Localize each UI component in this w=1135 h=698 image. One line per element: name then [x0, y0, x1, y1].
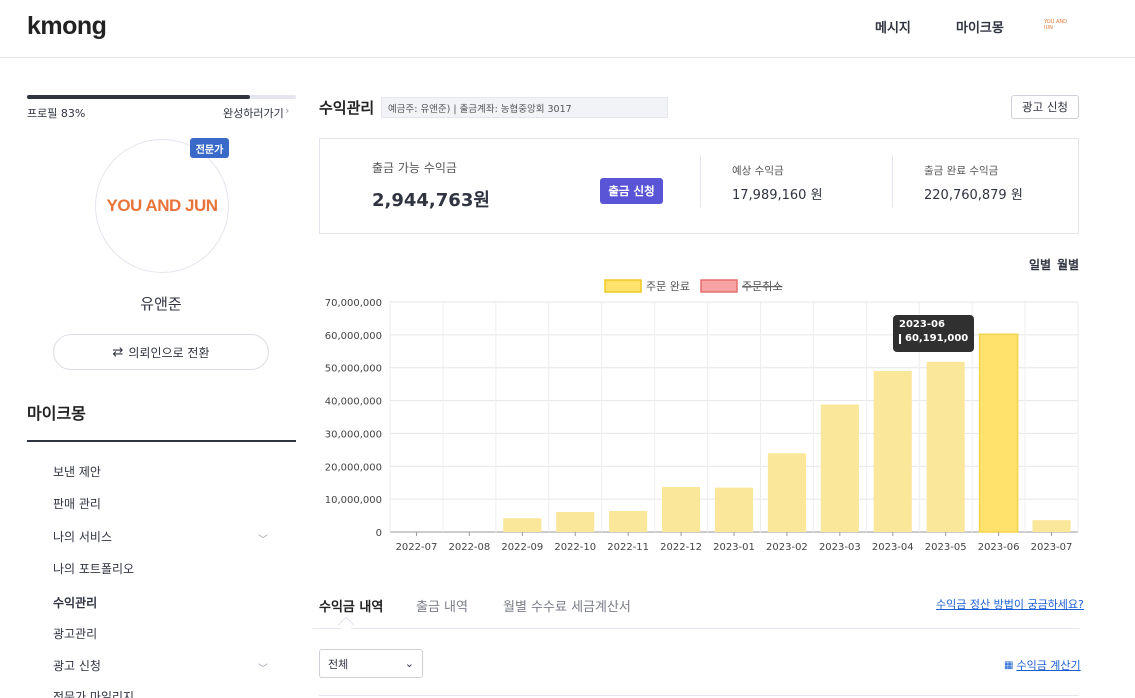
chart-bar: [926, 361, 965, 532]
sidebar-section-title: 마이크몽: [27, 404, 86, 423]
x-tick-label: 2023-07: [1031, 542, 1073, 553]
complete-profile-link[interactable]: 완성하러가기: [223, 105, 284, 121]
account-info: 예금주: 유앤준) | 출금계좌: 농협중앙회 3017: [381, 97, 668, 118]
x-tick-label: 2022-10: [554, 542, 596, 553]
chevron-down-icon[interactable]: ﹀: [258, 531, 268, 546]
summary-divider: [700, 155, 701, 207]
revenue-summary: 출금 가능 수익금 2,944,763원 출금 신청 예상 수익금 17,989…: [319, 138, 1079, 234]
sidebar-item-sales[interactable]: 판매 관리: [53, 495, 101, 512]
tooltip-label: 2023-06: [899, 319, 945, 330]
chart-bar: [978, 333, 1019, 533]
y-tick-label: 20,000,000: [325, 462, 382, 473]
y-tick-label: 10,000,000: [325, 495, 382, 506]
switch-button-label: 의뢰인으로 전환: [128, 345, 210, 360]
chart-bar: [820, 404, 859, 532]
settlement-help-link[interactable]: 수익금 정산 방법이 궁금하세요?: [936, 596, 1084, 612]
chart-bar: [873, 371, 912, 532]
expected-label: 예상 수익금: [732, 165, 784, 177]
chart-bar: [609, 510, 648, 532]
profile-progress-fill: [27, 95, 251, 99]
profile-progress-bar: [27, 95, 296, 99]
legend-swatch-completed: [604, 279, 642, 293]
y-tick-label: 60,000,000: [325, 331, 382, 342]
expert-badge: 전문가: [190, 138, 229, 158]
legend-label-cancelled: 주문취소: [742, 280, 782, 293]
tooltip-row: 60,191,000: [899, 333, 968, 344]
withdraw-button[interactable]: 출금 신청: [600, 178, 663, 204]
available-label: 출금 가능 수익금: [372, 161, 457, 175]
y-tick-label: 30,000,000: [325, 429, 382, 440]
completed-label: 출금 완료 수익금: [924, 165, 999, 177]
chart-bar: [714, 487, 754, 532]
tooltip-swatch: [899, 333, 901, 344]
calculator-icon: ▦: [1004, 659, 1014, 671]
history-filter-select[interactable]: 전체 ⌄: [319, 649, 423, 678]
top-bar: kmong 메시지 마이크몽 YOU AND JUN: [0, 0, 1135, 58]
avatar[interactable]: YOU AND JUN: [95, 139, 229, 273]
chart-tooltip: 2023-06 60,191,000: [893, 315, 974, 352]
x-tick-label: 2022-08: [448, 542, 490, 553]
y-tick-label: 0: [376, 528, 382, 539]
chevron-down-icon: ⌄: [404, 657, 414, 670]
chart-bar: [767, 453, 806, 532]
chart-bar: [1032, 520, 1071, 532]
chart-bar: [503, 518, 542, 532]
calc-link-label: 수익금 계산기: [1016, 659, 1081, 672]
tab-divider: [313, 628, 1079, 629]
chevron-down-icon[interactable]: ﹀: [258, 660, 268, 675]
sidebar-item-ad-request[interactable]: 광고 신청: [53, 657, 101, 674]
chart-bar: [556, 511, 595, 532]
x-tick-label: 2023-02: [766, 542, 808, 553]
revenue-calculator-link[interactable]: ▦ 수익금 계산기: [1004, 657, 1081, 673]
sidebar-item-ad-management[interactable]: 광고관리: [53, 625, 97, 642]
filter-selected-value: 전체: [328, 657, 349, 671]
nav-messages[interactable]: 메시지: [875, 17, 911, 36]
x-tick-label: 2023-05: [925, 542, 967, 553]
sidebar-item-portfolio[interactable]: 나의 포트폴리오: [53, 560, 134, 577]
summary-divider: [892, 155, 893, 207]
tab-withdraw-history[interactable]: 출금 내역: [416, 596, 468, 615]
tooltip-value: 60,191,000: [905, 333, 969, 344]
active-tab-indicator: [337, 616, 355, 634]
x-tick-label: 2022-07: [396, 542, 438, 553]
page-title: 수익관리: [319, 99, 375, 117]
chart-bar: [662, 486, 701, 532]
profile-percent: 프로필 83%: [27, 107, 86, 120]
header-avatar[interactable]: YOU AND JUN: [1044, 19, 1074, 29]
x-tick-label: 2022-12: [660, 542, 702, 553]
sidebar-item-mileage[interactable]: 전문가 마일리지: [53, 688, 134, 698]
table-top-border: [319, 695, 1079, 696]
tab-tax-invoice[interactable]: 월별 수수료 세금계산서: [503, 596, 631, 615]
available-value: 2,944,763원: [372, 190, 490, 211]
x-tick-label: 2023-03: [819, 542, 861, 553]
tab-revenue-history[interactable]: 수익금 내역: [319, 596, 383, 615]
x-tick-label: 2023-01: [713, 542, 755, 553]
legend-swatch-cancelled: [700, 279, 738, 293]
x-tick-label: 2022-11: [607, 542, 649, 553]
swap-arrows-icon: ⇄: [112, 344, 124, 360]
x-tick-label: 2023-06: [978, 542, 1020, 553]
x-tick-label: 2023-04: [872, 542, 914, 553]
expected-value: 17,989,160 원: [732, 188, 823, 203]
username: 유앤준: [140, 295, 182, 313]
chevron-right-icon: ›: [285, 104, 290, 117]
switch-to-client-button[interactable]: ⇄ 의뢰인으로 전환: [53, 334, 269, 370]
y-tick-label: 40,000,000: [325, 397, 382, 408]
nav-mykmong[interactable]: 마이크몽: [956, 17, 1004, 36]
sidebar-item-my-services[interactable]: 나의 서비스: [53, 528, 112, 545]
legend-label-completed: 주문 완료: [646, 280, 690, 293]
revenue-chart: 주문 완료 주문취소 0 10,000,000 20,000,000 30,000,000…: [325, 279, 1079, 553]
completed-value: 220,760,879 원: [924, 188, 1023, 203]
ad-request-button[interactable]: 광고 신청: [1011, 95, 1079, 119]
avatar-logo: YOU AND JUN: [106, 196, 219, 215]
y-tick-label: 70,000,000: [325, 298, 382, 309]
sidebar-item-sent-proposals[interactable]: 보낸 제안: [53, 463, 101, 480]
kmong-logo[interactable]: kmong: [27, 12, 107, 41]
sidebar-divider: [27, 440, 296, 442]
x-tick-label: 2022-09: [501, 542, 543, 553]
y-tick-label: 50,000,000: [325, 364, 382, 375]
sidebar-item-revenue[interactable]: 수익관리: [53, 594, 97, 611]
